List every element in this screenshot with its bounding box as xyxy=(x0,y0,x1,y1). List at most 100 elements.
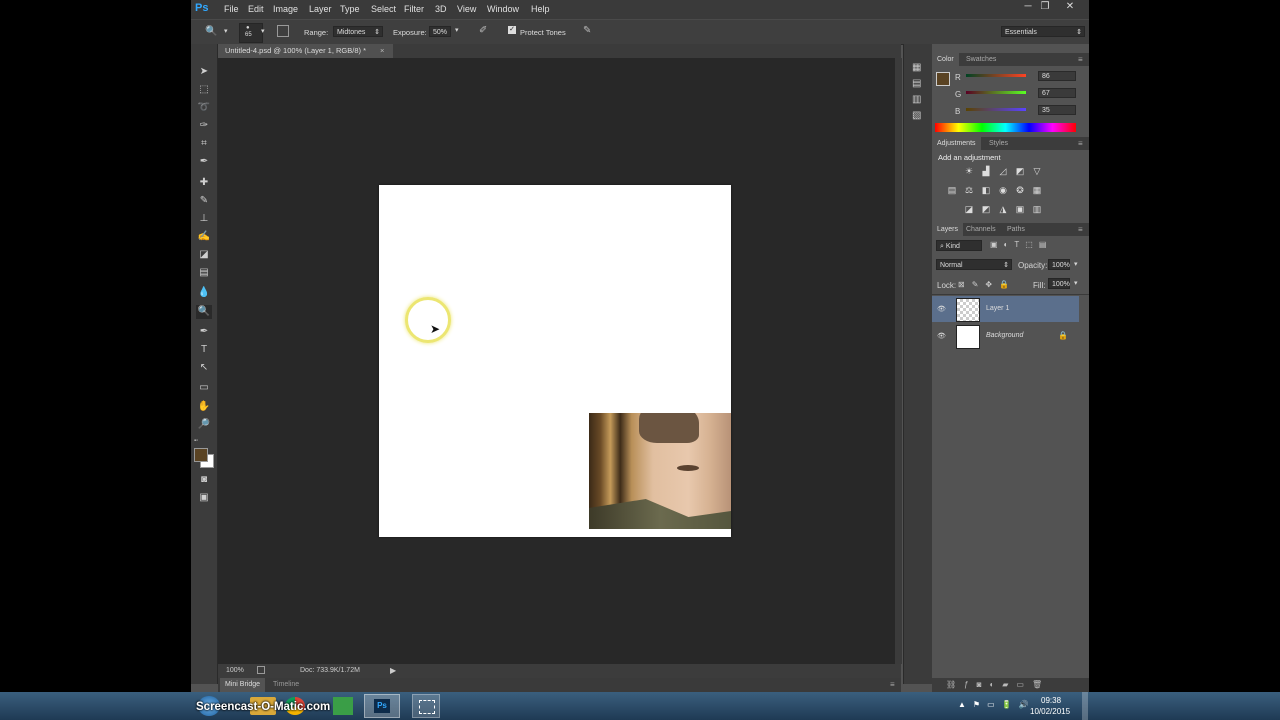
color-panel-foreground[interactable] xyxy=(936,72,950,86)
tab-channels[interactable]: Channels xyxy=(961,223,1001,236)
marquee-tool-icon[interactable]: ⬚ xyxy=(196,83,212,97)
channel-g-slider[interactable] xyxy=(966,91,1026,94)
eyedropper-tool-icon[interactable]: ✒ xyxy=(196,155,212,169)
menu-layer[interactable]: Layer xyxy=(309,4,332,14)
range-select[interactable]: Midtones ⇕ xyxy=(333,26,383,37)
zoom-tool-preset-icon[interactable]: 🔍 xyxy=(205,26,217,37)
tab-paths[interactable]: Paths xyxy=(1002,223,1030,236)
color-lookup-icon[interactable]: ▦ xyxy=(1031,184,1043,196)
hue-saturation-icon[interactable]: ▤ xyxy=(946,184,958,196)
photoshop-taskbar-button[interactable]: Ps xyxy=(364,694,400,718)
adjust-panel-icon[interactable]: ▧ xyxy=(912,110,921,121)
vertical-scrollbar[interactable] xyxy=(895,58,902,664)
exposure-icon[interactable]: ◩ xyxy=(1014,165,1026,177)
history-panel-icon[interactable]: ▦ xyxy=(912,62,921,73)
close-tab-icon[interactable]: × xyxy=(380,44,384,58)
tab-timeline[interactable]: Timeline xyxy=(268,678,304,692)
dodge-tool-icon[interactable]: 🔍 xyxy=(196,305,212,319)
levels-icon[interactable]: ▟ xyxy=(980,165,992,177)
menu-filter[interactable]: Filter xyxy=(404,4,424,14)
layer-filter-kind[interactable]: ⌕ Kind xyxy=(936,240,982,251)
menu-window[interactable]: Window xyxy=(487,4,519,14)
channel-r-value[interactable]: 86 xyxy=(1038,71,1076,81)
background-layer-name[interactable]: Background xyxy=(986,332,1023,339)
curves-icon[interactable]: ◿ xyxy=(997,165,1009,177)
zoom-level[interactable]: 100% xyxy=(226,667,244,674)
restore-button[interactable]: ❐ xyxy=(1034,1,1056,15)
tablet-pressure-icon[interactable]: ✎ xyxy=(583,25,591,36)
clone-stamp-tool-icon[interactable]: ⊥ xyxy=(196,212,212,226)
close-window-button[interactable]: ✕ xyxy=(1059,1,1081,15)
actions-panel-icon[interactable]: ▥ xyxy=(912,94,921,105)
layer-filter-icons[interactable]: ▣◐T⬚▤ xyxy=(990,240,1052,249)
tab-swatches[interactable]: Swatches xyxy=(961,53,1001,66)
lock-options-icons[interactable]: ⊠✎✥🔒 xyxy=(958,280,1016,289)
gradient-tool-icon[interactable]: ▤ xyxy=(196,266,212,280)
blend-mode-select[interactable]: Normal ⇕ xyxy=(936,259,1012,270)
default-colors-icon[interactable]: ▪▫ xyxy=(194,438,198,444)
menu-image[interactable]: Image xyxy=(273,4,298,14)
threshold-icon[interactable]: ◮ xyxy=(997,203,1009,215)
channel-r-slider[interactable] xyxy=(966,74,1026,77)
menu-view[interactable]: View xyxy=(457,4,476,14)
menu-help[interactable]: Help xyxy=(531,4,550,14)
color-panel-menu-icon[interactable]: ≡ xyxy=(1078,55,1083,64)
tab-layers[interactable]: Layers xyxy=(932,223,964,236)
airbrush-icon[interactable]: ✐ xyxy=(479,25,487,36)
tab-adjustments[interactable]: Adjustments xyxy=(932,137,981,150)
adjustments-panel-menu-icon[interactable]: ≡ xyxy=(1078,139,1083,148)
system-tray-icons[interactable]: ▲⚑▭🔋🔊 xyxy=(958,700,1036,709)
color-spectrum-ramp[interactable] xyxy=(935,123,1076,132)
menu-edit[interactable]: Edit xyxy=(248,4,264,14)
document-canvas[interactable] xyxy=(379,185,731,537)
status-menu-arrow-icon[interactable]: ▶ xyxy=(390,666,396,675)
export-icon[interactable] xyxy=(257,666,265,674)
posterize-icon[interactable]: ◩ xyxy=(980,203,992,215)
channel-mixer-icon[interactable]: ❂ xyxy=(1014,184,1026,196)
layer-row-layer-1[interactable]: 👁 Layer 1 xyxy=(932,296,1079,322)
visibility-eye-icon[interactable]: 👁 xyxy=(937,305,946,313)
channel-g-value[interactable]: 67 xyxy=(1038,88,1076,98)
snipping-tool-taskbar-button[interactable] xyxy=(412,694,440,718)
eraser-tool-icon[interactable]: ◪ xyxy=(196,248,212,262)
hand-tool-icon[interactable]: ✋ xyxy=(196,400,212,414)
layer-action-icons[interactable]: ⛓ƒ◙◐▰▭🗑 xyxy=(946,680,1050,689)
opacity-field[interactable]: 100% xyxy=(1048,259,1070,270)
tab-color[interactable]: Color xyxy=(932,53,959,66)
black-white-icon[interactable]: ◧ xyxy=(980,184,992,196)
channel-b-slider[interactable] xyxy=(966,108,1026,111)
move-tool-icon[interactable]: ➤ xyxy=(196,65,212,79)
exposure-field[interactable]: 50% xyxy=(429,26,451,37)
gradient-map-icon[interactable]: ▥ xyxy=(1031,203,1043,215)
type-tool-icon[interactable]: T xyxy=(196,343,212,357)
menu-3d[interactable]: 3D xyxy=(435,4,447,14)
crop-tool-icon[interactable]: ⌗ xyxy=(196,137,212,151)
brush-panel-toggle-icon[interactable] xyxy=(277,25,289,37)
opacity-chevron-icon[interactable]: ▾ xyxy=(1074,260,1078,268)
brush-tool-icon[interactable]: ✎ xyxy=(196,194,212,208)
show-desktop-button[interactable] xyxy=(1082,692,1088,720)
brush-chevron-icon[interactable]: ▾ xyxy=(261,27,265,35)
menu-type[interactable]: Type xyxy=(340,4,360,14)
properties-panel-icon[interactable]: ▤ xyxy=(912,78,921,89)
brush-preset-picker[interactable]: ● 65 xyxy=(239,23,263,43)
portrait-photo[interactable] xyxy=(589,413,731,529)
color-balance-icon[interactable]: ⚖ xyxy=(963,184,975,196)
quick-selection-tool-icon[interactable]: ✑ xyxy=(196,119,212,133)
tab-mini-bridge[interactable]: Mini Bridge xyxy=(220,678,266,692)
channel-b-value[interactable]: 35 xyxy=(1038,105,1076,115)
lasso-tool-icon[interactable]: ➰ xyxy=(196,101,212,115)
invert-icon[interactable]: ◪ xyxy=(963,203,975,215)
preset-chevron-icon[interactable]: ▾ xyxy=(224,27,228,35)
bottom-panel-menu-icon[interactable]: ≡ xyxy=(890,680,895,689)
menu-select[interactable]: Select xyxy=(371,4,396,14)
document-tab[interactable]: Untitled-4.psd @ 100% (Layer 1, RGB/8) *… xyxy=(218,44,393,58)
brightness-contrast-icon[interactable]: ☀ xyxy=(963,165,975,177)
zoom-tool-icon[interactable]: 🔎 xyxy=(196,418,212,432)
taskbar-date[interactable]: 10/02/2015 xyxy=(1030,707,1070,716)
quick-mask-icon[interactable]: ◙ xyxy=(196,473,212,487)
blur-tool-icon[interactable]: 💧 xyxy=(196,286,212,300)
photo-filter-icon[interactable]: ◉ xyxy=(997,184,1009,196)
pen-tool-icon[interactable]: ✒ xyxy=(196,325,212,339)
rectangle-tool-icon[interactable]: ▭ xyxy=(196,381,212,395)
